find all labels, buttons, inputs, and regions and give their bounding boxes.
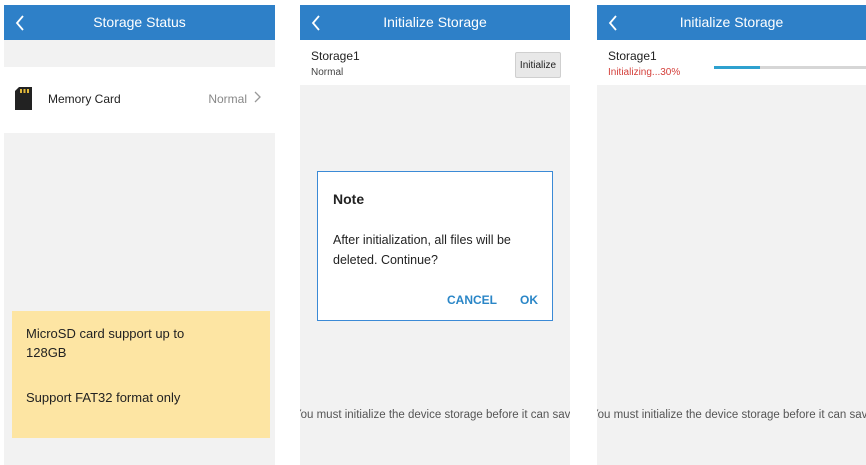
progress-bar — [714, 66, 866, 69]
storage-name: Storage1 — [311, 49, 360, 63]
page-title: Initialize Storage — [679, 14, 784, 30]
initialize-button[interactable]: Initialize — [515, 52, 561, 78]
memory-card-status: Normal — [208, 92, 247, 106]
storage-status: Normal — [311, 67, 344, 78]
sd-card-icon — [15, 87, 32, 110]
initialize-storage-screen: Initialize Storage Storage1 Normal Initi… — [300, 5, 570, 465]
storage-name: Storage1 — [608, 49, 657, 63]
confirm-dialog: Note After initialization, all files wil… — [317, 171, 553, 321]
storage-status: Initializing...30% — [608, 67, 681, 78]
storage-row: Storage1 Initializing...30% — [597, 40, 866, 85]
note-capacity: MicroSD card support up to 128GB — [26, 326, 185, 360]
footer-hint: You must initialize the device storage b… — [597, 409, 866, 422]
header-bar: Storage Status — [4, 5, 275, 40]
header-bar: Initialize Storage — [597, 5, 866, 40]
sd-card-note: MicroSD card support up to 128GB Support… — [12, 311, 270, 438]
page-title: Initialize Storage — [383, 14, 487, 30]
footer-hint: You must initialize the device storage b… — [300, 409, 570, 422]
page-title: Storage Status — [93, 14, 186, 30]
chevron-right-icon — [254, 91, 261, 103]
footer-text: You must initialize the device storage b… — [597, 409, 866, 421]
ok-button[interactable]: OK — [520, 293, 538, 307]
header-bar: Initialize Storage — [300, 5, 570, 40]
dialog-title: Note — [333, 191, 365, 207]
dialog-message: After initialization, all files will be … — [333, 233, 511, 267]
footer-text: You must initialize the device storage b… — [300, 409, 570, 421]
memory-card-label: Memory Card — [48, 92, 121, 106]
storage-status-screen: Storage Status Memory Card Normal MicroS… — [4, 5, 275, 465]
note-format: Support FAT32 format only — [26, 390, 181, 405]
progress-fill — [714, 66, 760, 69]
memory-card-row[interactable]: Memory Card Normal — [4, 67, 275, 133]
cancel-button[interactable]: CANCEL — [447, 293, 497, 307]
storage-row: Storage1 Normal Initialize — [300, 40, 570, 85]
initialize-progress-screen: Initialize Storage Storage1 Initializing… — [597, 5, 866, 465]
